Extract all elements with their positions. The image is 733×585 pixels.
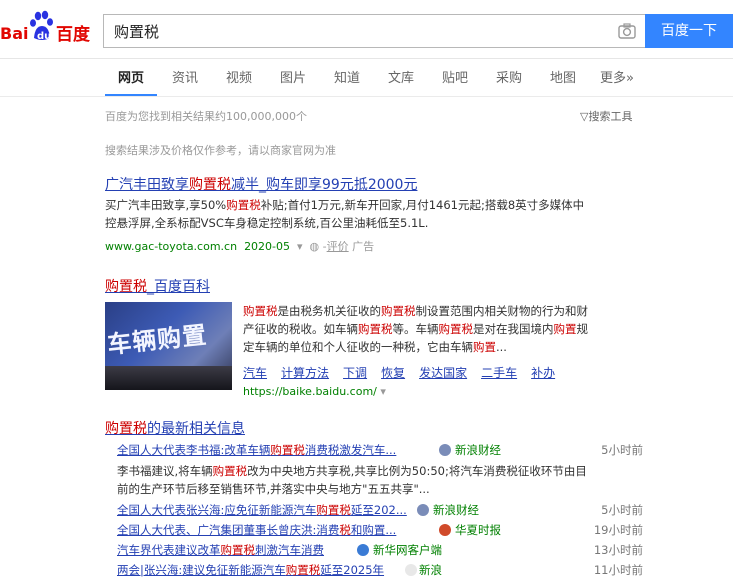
- source-icon: [405, 564, 417, 576]
- tab-tieba[interactable]: 贴吧: [442, 67, 468, 86]
- news-time: 19小时前: [593, 523, 643, 537]
- tab-map[interactable]: 地图: [550, 67, 576, 86]
- baike-result-title[interactable]: 购置税_百度百科: [105, 276, 210, 296]
- ad-label: 广告: [352, 240, 375, 253]
- price-notice: 搜索结果涉及价格仅作参考，请以商家官网为准: [105, 144, 336, 157]
- thumbnail-text: 车辆购置: [106, 320, 209, 360]
- active-tab-indicator: [105, 94, 157, 96]
- news-source: 华夏时报: [455, 523, 501, 537]
- baike-url[interactable]: https://baike.baidu.com/ ▾: [243, 385, 386, 398]
- tab-zhidao[interactable]: 知道: [334, 67, 360, 86]
- baike-link[interactable]: 恢复: [381, 366, 405, 380]
- baike-thumbnail[interactable]: 车辆购置: [105, 302, 232, 390]
- tab-web[interactable]: 网页: [118, 67, 144, 86]
- search-tabs: 网页 资讯 视频 图片 知道 文库 贴吧 采购 地图 更多»: [0, 59, 733, 97]
- news-time: 11小时前: [593, 563, 643, 577]
- news-time: 5小时前: [601, 443, 643, 457]
- ad-shield-icon: ◍: [309, 240, 320, 253]
- news-time: 13小时前: [593, 543, 643, 557]
- source-icon: [357, 544, 369, 556]
- source-icon: [417, 504, 429, 516]
- result-count: 百度为您找到相关结果约100,000,000个: [105, 110, 307, 123]
- search-button[interactable]: 百度一下: [645, 14, 733, 48]
- search-box[interactable]: [103, 14, 646, 48]
- source-icon: [439, 524, 451, 536]
- dropdown-arrow-icon[interactable]: ▾: [294, 240, 307, 253]
- news-source: 新浪财经: [433, 503, 479, 517]
- news-source: 新浪财经: [455, 443, 501, 457]
- news-source: 新浪: [419, 563, 442, 577]
- ad-result-abstract: 买广汽丰田致享,享50%购置税补贴;首付1万元,新车开回家,月付1461元起;搭…: [105, 198, 585, 230]
- dropdown-arrow-icon[interactable]: ▾: [377, 385, 386, 398]
- news-item[interactable]: 全国人大代表李书福:改革车辆购置税消费税激发汽车... 新浪财经 5小时前: [117, 442, 647, 460]
- baike-link[interactable]: 汽车: [243, 366, 267, 380]
- news-item[interactable]: 全国人大代表、广汽集团董事长曾庆洪:消费税和购置... 华夏时报 19小时前: [117, 522, 647, 540]
- baike-link[interactable]: 计算方法: [281, 366, 329, 380]
- baike-link[interactable]: 二手车: [481, 366, 517, 380]
- baike-link[interactable]: 补办: [531, 366, 555, 380]
- svg-text:du: du: [37, 31, 51, 42]
- baike-sublinks: 汽车 计算方法 下调 恢复 发达国家 二手车 补办: [243, 364, 569, 381]
- thumbnail-bottom: [105, 366, 232, 390]
- svg-text:百度: 百度: [56, 24, 91, 45]
- baike-abstract: 购置税是由税务机关征收的购置税制设置范围内相关财物的行为和财 产征收的税收。如车…: [243, 304, 588, 354]
- source-icon: [439, 444, 451, 456]
- search-input[interactable]: [104, 15, 594, 47]
- news-section-title[interactable]: 购置税的最新相关信息: [105, 418, 245, 438]
- news-source: 新华网客户端: [373, 543, 442, 557]
- baike-link[interactable]: 发达国家: [419, 366, 467, 380]
- tab-caigou[interactable]: 采购: [496, 67, 522, 86]
- camera-icon[interactable]: [618, 23, 636, 39]
- news-item[interactable]: 两会|张兴海:建议免征新能源汽车购置税延至2025年 新浪 11小时前: [117, 562, 647, 580]
- ad-eval-link[interactable]: 评价: [327, 240, 349, 253]
- baidu-logo[interactable]: du Bai 百度: [0, 10, 98, 46]
- ad-result-url[interactable]: www.gac-toyota.com.cn 2020-05 ▾ ◍ -评价 广告: [105, 238, 374, 254]
- baike-link[interactable]: 下调: [343, 366, 367, 380]
- tab-more[interactable]: 更多»: [600, 67, 634, 86]
- search-tools-label: 搜索工具: [588, 110, 633, 123]
- news-item[interactable]: 汽车界代表建议改革购置税刺激汽车消费 新华网客户端 13小时前: [117, 542, 647, 560]
- tab-video[interactable]: 视频: [226, 67, 252, 86]
- tab-images[interactable]: 图片: [280, 67, 306, 86]
- header: du Bai 百度 百度一下: [0, 0, 733, 59]
- tab-wenku[interactable]: 文库: [388, 67, 414, 86]
- news-abstract: 李书福建议,将车辆购置税改为中央地方共享税,共享比例为50:50;将汽车消费税征…: [117, 464, 587, 496]
- news-item[interactable]: 全国人大代表张兴海:应免征新能源汽车购置税延至202... 新浪财经 5小时前: [117, 502, 647, 520]
- tab-news[interactable]: 资讯: [172, 67, 198, 86]
- ad-result-title[interactable]: 广汽丰田致享购置税减半_购车即享99元抵2000元: [105, 174, 417, 194]
- news-time: 5小时前: [601, 503, 643, 517]
- search-tools-button[interactable]: ▽搜索工具: [580, 108, 632, 124]
- svg-text:Bai: Bai: [0, 24, 28, 43]
